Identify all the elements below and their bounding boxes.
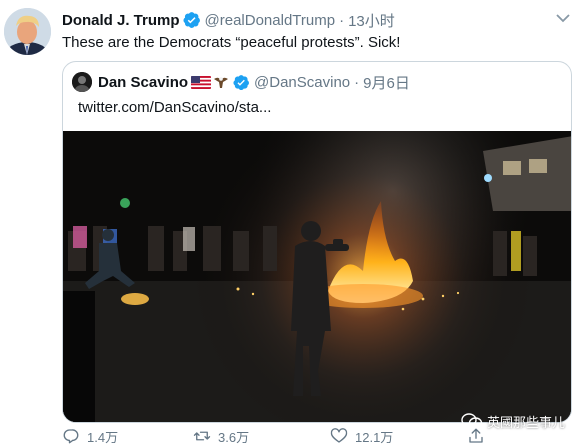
verified-badge-icon: [233, 74, 250, 91]
retweet-icon: [193, 431, 211, 441]
retweet-count: 3.6万: [218, 429, 250, 445]
author-avatar[interactable]: [4, 8, 51, 55]
tweet-timestamp[interactable]: 13小时: [348, 10, 395, 31]
video-player[interactable]: [63, 131, 571, 422]
chevron-down-icon[interactable]: [555, 12, 571, 24]
retweet-button[interactable]: 3.6万: [193, 426, 249, 446]
share-icon[interactable]: [467, 427, 485, 445]
quoted-author-avatar[interactable]: [72, 72, 92, 92]
like-count: 12.1万: [355, 429, 394, 445]
video-frame: [63, 131, 571, 422]
quoted-tweet[interactable]: Dan Scavino @DanScavino · 9月6日 twitter.c…: [62, 61, 572, 423]
quoted-tweet-link[interactable]: twitter.com/DanScavino/sta...: [78, 98, 271, 118]
watermark-text: 英國那些事儿: [487, 414, 566, 430]
tweet-card[interactable]: Donald J. Trump @realDonaldTrump · 13小时 …: [0, 0, 585, 448]
verified-badge-icon: [182, 11, 201, 29]
tweet-text: These are the Democrats “peaceful protes…: [62, 34, 401, 51]
reply-icon: [63, 429, 79, 444]
heart-icon: [330, 428, 348, 443]
like-button[interactable]: 12.1万: [330, 426, 393, 446]
us-flag-icon: [191, 75, 212, 89]
quoted-author-handle[interactable]: @DanScavino: [254, 74, 350, 91]
tweet-header: Donald J. Trump @realDonaldTrump · 13小时: [62, 9, 395, 31]
author-name[interactable]: Donald J. Trump: [62, 12, 180, 29]
reply-button[interactable]: 1.4万: [62, 426, 118, 446]
reply-count: 1.4万: [87, 429, 119, 445]
quoted-separator-dot: ·: [354, 73, 360, 91]
author-handle[interactable]: @realDonaldTrump: [205, 12, 336, 29]
eagle-icon: [213, 75, 229, 89]
quoted-author-name[interactable]: Dan Scavino: [98, 74, 188, 91]
separator-dot: ·: [339, 11, 345, 29]
quoted-timestamp[interactable]: 9月6日: [363, 72, 410, 93]
quoted-tweet-header: Dan Scavino @DanScavino · 9月6日: [72, 71, 410, 93]
